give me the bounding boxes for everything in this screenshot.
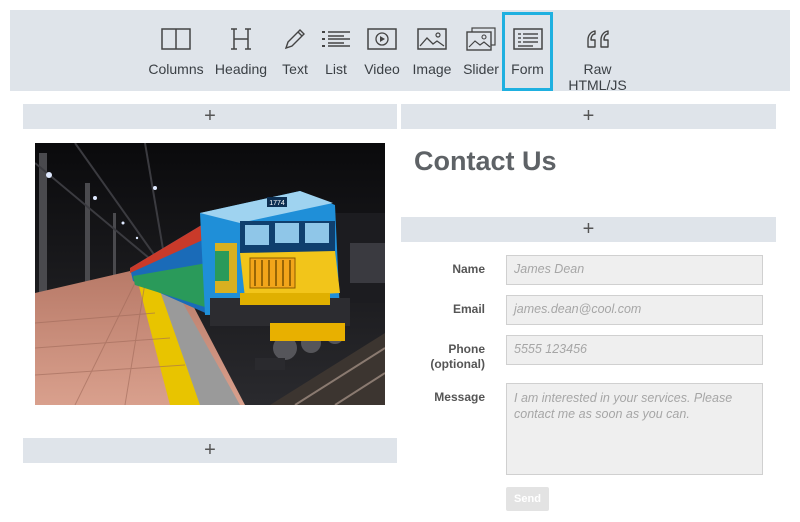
add-block-button[interactable]: +: [401, 217, 776, 242]
tool-columns[interactable]: Columns: [147, 10, 205, 91]
name-label: Name: [452, 262, 485, 276]
tool-label: Image: [412, 61, 452, 77]
email-input[interactable]: james.dean@cool.com: [506, 295, 763, 325]
tool-label: Text: [282, 61, 308, 77]
phone-label: Phone (optional): [430, 342, 485, 371]
add-block-button[interactable]: +: [401, 104, 776, 129]
tool-slider[interactable]: Slider: [461, 10, 501, 91]
message-label: Message: [434, 390, 485, 404]
tool-list[interactable]: List: [321, 10, 351, 91]
number-board: 1774: [269, 200, 285, 207]
tool-video[interactable]: Video: [362, 10, 402, 91]
tool-label: Heading: [214, 61, 268, 77]
send-button[interactable]: Send: [506, 487, 549, 511]
add-block-button[interactable]: +: [23, 438, 397, 463]
phone-input[interactable]: 5555 123456: [506, 335, 763, 365]
pen-icon: [277, 26, 313, 52]
video-icon: [362, 26, 402, 52]
add-block-button[interactable]: +: [23, 104, 397, 129]
tool-label: Form: [511, 61, 544, 77]
tool-text[interactable]: Text: [277, 10, 313, 91]
message-textarea[interactable]: I am interested in your services. Please…: [506, 383, 763, 475]
quote-icon: [555, 26, 640, 52]
tool-heading[interactable]: Heading: [213, 10, 269, 91]
form-icon: [502, 26, 553, 52]
tool-label: List: [325, 61, 347, 77]
image-icon: [410, 26, 454, 52]
tool-label: Video: [364, 61, 400, 77]
tool-form[interactable]: Form: [502, 12, 553, 91]
email-label: Email: [452, 302, 485, 316]
slider-icon: [461, 26, 501, 52]
plus-icon: +: [204, 105, 216, 127]
columns-icon: [147, 26, 205, 52]
plus-icon: +: [582, 105, 595, 127]
list-icon: [321, 26, 351, 52]
plus-icon: +: [582, 218, 595, 240]
heading-icon: [213, 26, 269, 52]
block-toolbar: Columns Heading Text List Video Image Sl…: [10, 10, 790, 93]
name-input[interactable]: James Dean: [506, 255, 763, 285]
page-heading[interactable]: Contact Us: [414, 146, 557, 177]
train-photo[interactable]: 1774: [35, 143, 385, 405]
plus-icon: +: [204, 439, 216, 461]
tool-label: Columns: [148, 61, 204, 77]
tool-raw-html[interactable]: Raw HTML/JS: [555, 10, 640, 93]
tool-label: Raw HTML/JS: [568, 61, 627, 93]
tool-label: Slider: [463, 61, 499, 77]
tool-image[interactable]: Image: [410, 10, 454, 91]
